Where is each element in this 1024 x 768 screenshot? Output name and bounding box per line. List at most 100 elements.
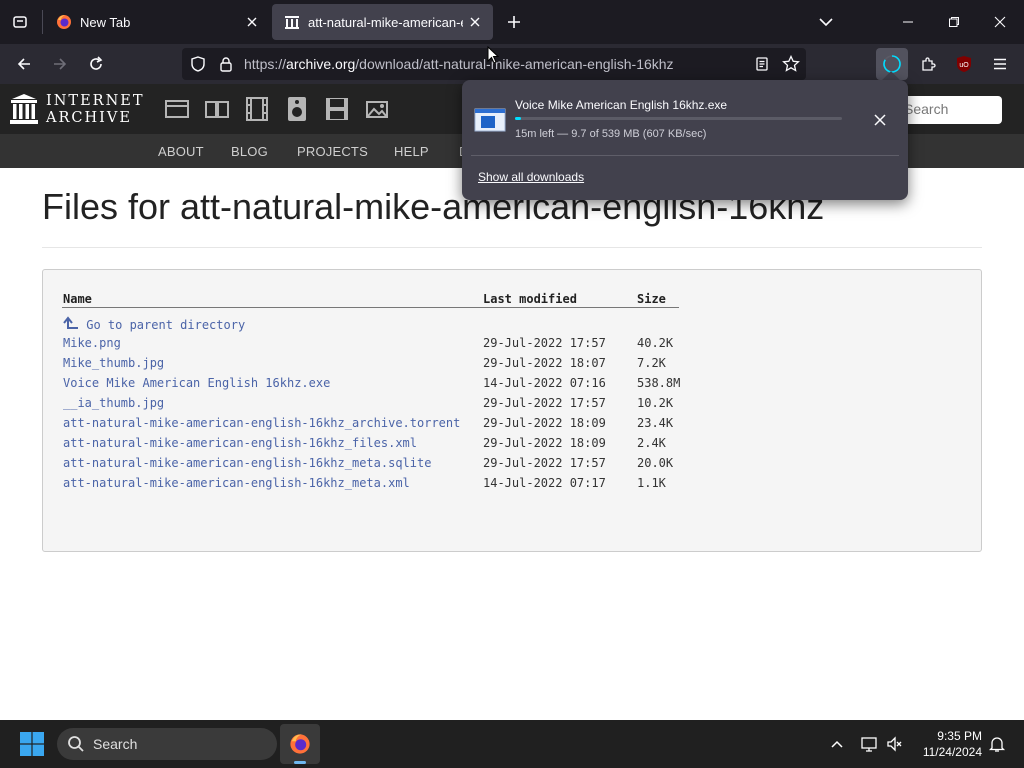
- file-link[interactable]: __ia_thumb.jpg: [63, 396, 164, 410]
- close-tab-button[interactable]: [463, 10, 487, 34]
- file-size: 7.2K: [637, 356, 666, 370]
- show-all-downloads-button[interactable]: Show all downloads: [478, 170, 584, 184]
- file-link[interactable]: att-natural-mike-american-english-16khz_…: [63, 456, 431, 470]
- ublock-shield-icon: uO: [957, 56, 971, 72]
- clock-time[interactable]: 9:35 PM: [920, 729, 982, 743]
- archive-logo-icon[interactable]: [10, 93, 38, 125]
- file-link[interactable]: att-natural-mike-american-english-16khz_…: [63, 476, 410, 490]
- firefox-icon: [290, 734, 310, 754]
- image-icon[interactable]: [364, 97, 390, 121]
- puzzle-icon: [922, 57, 936, 71]
- url-text[interactable]: https://archive.org/download/att-natural…: [244, 56, 674, 72]
- restore-button[interactable]: [942, 10, 966, 34]
- back-button[interactable]: [10, 50, 38, 78]
- file-link[interactable]: att-natural-mike-american-english-16khz_…: [63, 436, 417, 450]
- column-header-size[interactable]: Size: [637, 292, 666, 306]
- floppy-disk-icon[interactable]: [324, 96, 350, 122]
- download-progress-icon: [883, 55, 901, 73]
- download-progress-fill: [515, 117, 521, 120]
- parent-directory-label: Go to parent directory: [86, 318, 246, 332]
- plus-icon: [508, 16, 520, 28]
- url-domain: archive.org: [286, 56, 356, 72]
- shield-icon[interactable]: [190, 56, 206, 72]
- network-icon[interactable]: [860, 735, 878, 753]
- chevron-up-icon[interactable]: [830, 737, 844, 751]
- file-modified: 29-Jul-2022 18:09: [483, 436, 606, 450]
- film-icon[interactable]: [244, 96, 270, 122]
- windows-start-icon[interactable]: [20, 732, 44, 756]
- file-size: 23.4K: [637, 416, 674, 430]
- column-header-name[interactable]: Name: [63, 292, 92, 306]
- firefox-view-icon: [13, 16, 27, 28]
- tab-new-tab[interactable]: New Tab: [44, 4, 270, 40]
- arrow-right-icon: [54, 58, 67, 70]
- download-status: 15m left — 9.7 of 539 MB (607 KB/sec): [515, 128, 707, 140]
- mouse-cursor-icon: [487, 46, 499, 64]
- arrow-left-icon: [17, 58, 30, 70]
- file-size: 10.2K: [637, 396, 674, 410]
- ublock-extension-button[interactable]: uO: [950, 50, 978, 78]
- app-menu-button[interactable]: [986, 50, 1014, 78]
- restore-icon: [949, 17, 959, 27]
- file-modified: 29-Jul-2022 17:57: [483, 456, 606, 470]
- forward-button[interactable]: [46, 50, 74, 78]
- navigation-toolbar: https://archive.org/download/att-natural…: [0, 44, 1024, 105]
- nav-help[interactable]: HELP: [394, 144, 429, 159]
- notification-bell-icon[interactable]: [988, 735, 1006, 753]
- reader-view-icon[interactable]: [754, 56, 770, 72]
- taskbar-firefox-button[interactable]: [280, 724, 320, 764]
- book-icon[interactable]: [204, 98, 230, 120]
- search-icon: [68, 736, 84, 752]
- nav-projects[interactable]: PROJECTS: [297, 144, 368, 159]
- speaker-icon[interactable]: [284, 96, 310, 122]
- file-modified: 29-Jul-2022 18:09: [483, 416, 606, 430]
- web-icon[interactable]: [164, 98, 190, 120]
- file-size: 2.4K: [637, 436, 666, 450]
- svg-text:uO: uO: [959, 62, 969, 69]
- url-prefix: https://: [244, 56, 287, 72]
- clock-date[interactable]: 11/24/2024: [900, 745, 982, 759]
- firefox-icon: [57, 15, 71, 29]
- close-window-button[interactable]: [988, 10, 1012, 34]
- minimize-button[interactable]: [896, 10, 920, 34]
- nav-blog[interactable]: BLOG: [231, 144, 268, 159]
- file-link[interactable]: Mike.png: [63, 336, 121, 350]
- file-modified: 14-Jul-2022 07:17: [483, 476, 606, 490]
- archive-search-input[interactable]: Search: [894, 96, 1002, 124]
- file-size: 1.1K: [637, 476, 666, 490]
- reload-button[interactable]: [82, 50, 110, 78]
- column-header-last-modified[interactable]: Last modified: [483, 292, 577, 306]
- url-path: /download/att-natural-mike-american-engl…: [355, 56, 674, 72]
- close-tab-button[interactable]: [240, 10, 264, 34]
- close-icon: [994, 16, 1006, 28]
- nav-about[interactable]: ABOUT: [158, 144, 204, 159]
- tab-archive[interactable]: att-natural-mike-american-english-16khz: [272, 4, 493, 40]
- extensions-button[interactable]: [914, 50, 942, 78]
- taskbar-search-label: Search: [93, 736, 138, 752]
- close-icon: [470, 17, 480, 27]
- file-modified: 29-Jul-2022 17:57: [483, 396, 606, 410]
- file-listing-panel: [42, 269, 982, 552]
- logo-line-2: ARCHIVE: [46, 110, 132, 126]
- search-placeholder: Search: [904, 101, 949, 117]
- parent-directory-link[interactable]: Go to parent directory: [63, 316, 245, 332]
- bookmark-star-icon[interactable]: [782, 55, 800, 73]
- file-size: 538.8M: [637, 376, 681, 390]
- reload-icon: [90, 56, 103, 70]
- new-tab-button[interactable]: [502, 10, 526, 34]
- file-link[interactable]: Voice Mike American English 16khz.exe: [63, 376, 330, 390]
- list-all-tabs-button[interactable]: [814, 10, 838, 34]
- exe-file-icon: [474, 108, 506, 132]
- archive-logo-text[interactable]: INTERNET ARCHIVE: [46, 93, 145, 127]
- cancel-download-button[interactable]: [868, 108, 892, 132]
- file-modified: 29-Jul-2022 17:57: [483, 336, 606, 350]
- file-link[interactable]: Mike_thumb.jpg: [63, 356, 164, 370]
- lock-icon[interactable]: [218, 56, 234, 72]
- firefox-view-button[interactable]: [8, 10, 32, 34]
- minimize-icon: [903, 21, 913, 23]
- file-link[interactable]: att-natural-mike-american-english-16khz_…: [63, 416, 460, 430]
- taskbar-search-box[interactable]: [57, 728, 277, 760]
- tab-separator: [42, 10, 43, 34]
- file-size: 40.2K: [637, 336, 674, 350]
- header-divider: [62, 307, 679, 308]
